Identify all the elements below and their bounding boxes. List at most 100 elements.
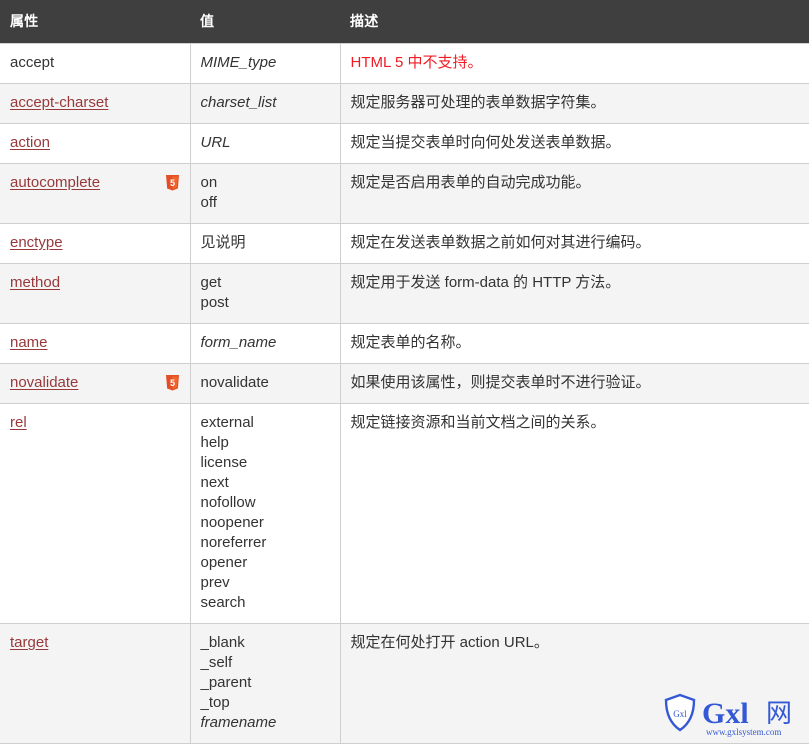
cell-attribute: target [0,623,191,744]
attribute-link-action[interactable]: action [10,133,50,153]
value-item: framename [200,714,277,731]
value-item: _self [200,654,233,671]
description-text: 规定是否启用表单的自动完成功能。 [350,174,591,191]
table-row: autocomplete 5 on off 规定是否启用表单的自动完成功能。 [0,163,809,224]
value-item: opener [200,554,248,571]
attribute-link-method[interactable]: method [10,273,60,293]
description-text: 规定在发送表单数据之前如何对其进行编码。 [350,234,651,251]
value-item: form_name [200,334,277,351]
value-item: off [200,194,217,211]
attribute-cell-content: enctype [10,233,180,253]
value-item: get [200,274,222,291]
attribute-link-autocomplete[interactable]: autocomplete [10,173,100,193]
description-text: 规定当提交表单时向何处发送表单数据。 [350,134,621,151]
cell-value: on off [190,163,341,224]
attribute-cell-content: rel [10,413,180,433]
table-body: accept MIME_type HTML 5 中不支持。 accept-charse… [0,43,809,744]
attribute-link-name[interactable]: name [10,333,48,353]
attribute-cell-content: name [10,333,180,353]
cell-description: HTML 5 中不支持。 [340,43,809,84]
cell-attribute: rel [0,403,191,624]
description-text: 如果使用该属性，则提交表单时不进行验证。 [350,374,651,391]
cell-description: 规定用于发送 form-data 的 HTTP 方法。 [340,263,809,324]
attribute-link-rel[interactable]: rel [10,413,27,433]
cell-attribute: autocomplete 5 [0,163,191,224]
cell-attribute: name [0,323,191,364]
table-row: target _blank _self _parent _top framename 规定在… [0,623,809,744]
value-item: charset_list [200,94,277,111]
cell-value: URL [190,123,341,164]
cell-attribute: accept [0,43,191,84]
table-row: enctype 见说明 规定在发送表单数据之前如何对其进行编码。 [0,223,809,264]
form-attributes-table: 属性 值 描述 accept MIME_type HTML 5 中不支持。 accep… [0,0,809,744]
description-warning-text: HTML 5 中不支持。 [350,54,483,71]
cell-value: get post [190,263,341,324]
value-item: license [200,454,248,471]
attribute-cell-content: accept [10,53,180,73]
attribute-link-novalidate[interactable]: novalidate [10,373,78,393]
description-text: 规定链接资源和当前文档之间的关系。 [350,414,606,431]
attribute-cell-content: target [10,633,180,653]
cell-value: MIME_type [190,43,341,84]
table-header: 属性 值 描述 [0,0,809,44]
table-row: name form_name 规定表单的名称。 [0,323,809,364]
table-row: novalidate 5 novalidate 如果使用该属性，则提交表单时不进行验证… [0,363,809,404]
cell-value: novalidate [190,363,341,404]
cell-attribute: enctype [0,223,191,264]
svg-text:5: 5 [169,178,174,188]
value-item: novalidate [200,374,269,391]
column-header-value: 值 [190,0,340,44]
value-item: nofollow [200,494,256,511]
attribute-cell-content: accept-charset [10,93,180,113]
description-text: 规定服务器可处理的表单数据字符集。 [350,94,606,111]
cell-description: 规定在发送表单数据之前如何对其进行编码。 [340,223,809,264]
value-item: prev [200,574,230,591]
cell-value: 见说明 [190,223,341,264]
value-item: _top [200,694,230,711]
value-item: 见说明 [200,234,246,251]
column-header-description: 描述 [340,0,809,44]
table-row: accept-charset charset_list 规定服务器可处理的表单数据字… [0,83,809,124]
value-item: help [200,434,229,451]
description-text: 规定在何处打开 action URL。 [350,634,549,651]
attribute-link-accept-charset[interactable]: accept-charset [10,93,108,113]
cell-description: 规定是否启用表单的自动完成功能。 [340,163,809,224]
cell-description: 规定链接资源和当前文档之间的关系。 [340,403,809,624]
cell-description: 规定表单的名称。 [340,323,809,364]
cell-value: charset_list [190,83,341,124]
value-item: post [200,294,229,311]
description-text: 规定表单的名称。 [350,334,471,351]
value-item: next [200,474,229,491]
cell-attribute: method [0,263,191,324]
table-row: method get post 规定用于发送 form-data 的 HTTP 方法。 [0,263,809,324]
attribute-cell-content: action [10,133,180,153]
cell-attribute: action [0,123,191,164]
html5-badge-icon: 5 [165,375,180,392]
table-header-row: 属性 值 描述 [0,0,809,44]
cell-value: form_name [190,323,341,364]
attribute-link-enctype[interactable]: enctype [10,233,63,253]
attribute-cell-content: autocomplete 5 [10,173,180,193]
cell-value: _blank _self _parent _top framename [190,623,341,744]
svg-text:5: 5 [169,378,174,388]
attribute-name-accept: accept [10,54,55,71]
value-item: URL [200,134,231,151]
cell-description: 如果使用该属性，则提交表单时不进行验证。 [340,363,809,404]
cell-description: 规定当提交表单时向何处发送表单数据。 [340,123,809,164]
table-row: accept MIME_type HTML 5 中不支持。 [0,43,809,84]
value-item: search [200,594,246,611]
cell-description: 规定在何处打开 action URL。 [340,623,809,744]
html5-badge-icon: 5 [165,175,180,192]
column-header-attribute: 属性 [0,0,190,44]
description-text: 规定用于发送 form-data 的 HTTP 方法。 [350,274,621,291]
attribute-link-target[interactable]: target [10,633,48,653]
table-row: action URL 规定当提交表单时向何处发送表单数据。 [0,123,809,164]
table-row: rel external help license next nofollow noopen… [0,403,809,624]
attribute-cell-content: method [10,273,180,293]
value-item: external [200,414,254,431]
value-item: _parent [200,674,252,691]
cell-attribute: accept-charset [0,83,191,124]
value-item: on [200,174,218,191]
attribute-cell-content: novalidate 5 [10,373,180,393]
cell-attribute: novalidate 5 [0,363,191,404]
